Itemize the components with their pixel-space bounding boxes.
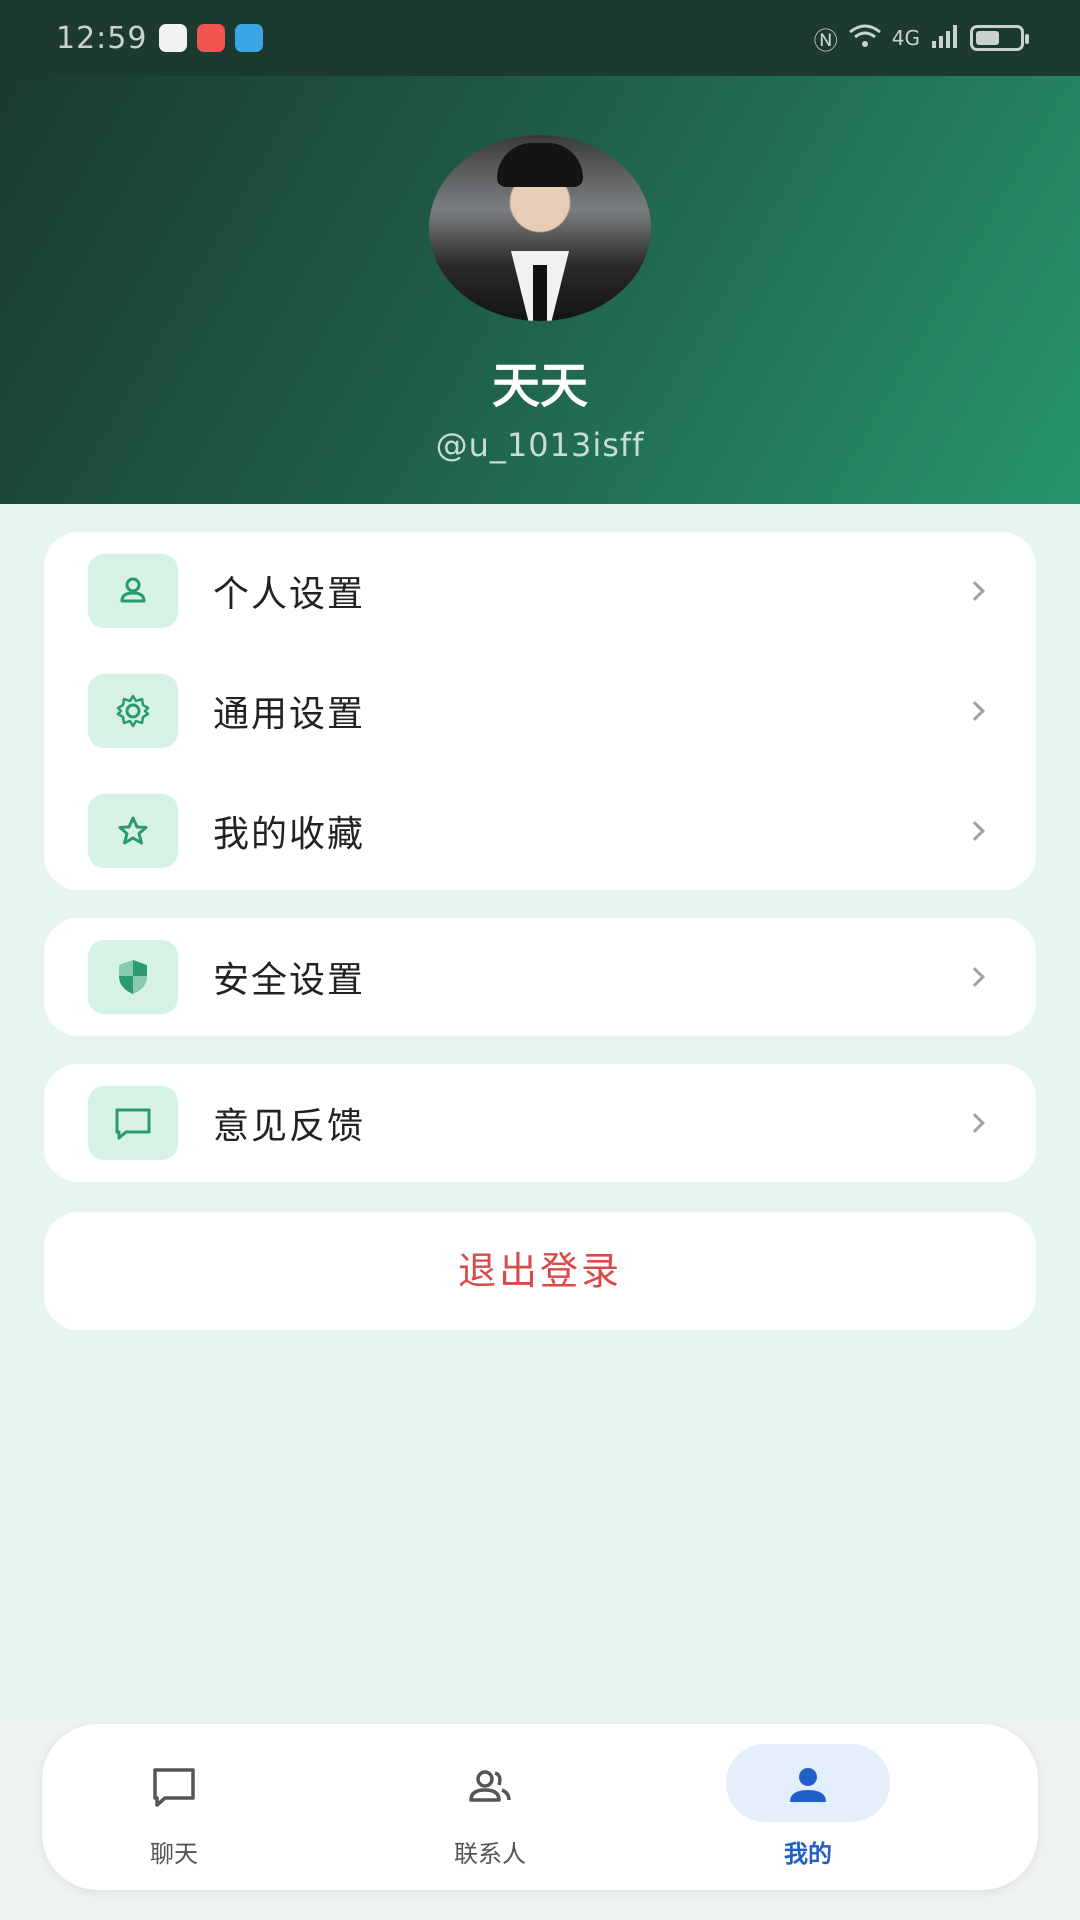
app-notification-icon bbox=[159, 24, 188, 52]
avatar[interactable] bbox=[429, 135, 651, 321]
star-icon bbox=[88, 794, 178, 868]
logout-label: 退出登录 bbox=[457, 1249, 622, 1293]
chevron-right-icon bbox=[965, 967, 985, 987]
battery-icon bbox=[970, 25, 1029, 51]
chat-icon bbox=[153, 1768, 195, 1807]
gear-icon bbox=[88, 674, 178, 748]
settings-card: 个人设置 通用设置 我的收藏 bbox=[44, 532, 1036, 890]
menu-item-label: 我的收藏 bbox=[213, 814, 366, 855]
nav-tab-label: 我的 bbox=[784, 1840, 832, 1868]
nav-tab-label: 聊天 bbox=[150, 1840, 198, 1868]
menu-item-security-settings[interactable]: 安全设置 bbox=[44, 918, 1036, 1036]
menu-item-general-settings[interactable]: 通用设置 bbox=[44, 652, 1036, 770]
feedback-icon bbox=[88, 1086, 178, 1160]
signal-icon bbox=[930, 23, 960, 54]
contacts-icon bbox=[469, 1770, 511, 1802]
feedback-card: 意见反馈 bbox=[44, 1064, 1036, 1182]
chevron-right-icon bbox=[965, 701, 985, 721]
profile-handle: @u_1013isff bbox=[435, 426, 645, 464]
chevron-right-icon bbox=[965, 821, 985, 841]
app-notification-icon bbox=[197, 24, 226, 52]
app-notification-icon bbox=[235, 24, 264, 52]
menu-item-favorites[interactable]: 我的收藏 bbox=[44, 772, 1036, 890]
nfc-icon: Ⓝ bbox=[813, 26, 838, 55]
menu-item-label: 安全设置 bbox=[213, 960, 366, 1001]
wifi-icon bbox=[848, 23, 882, 54]
menu-item-feedback[interactable]: 意见反馈 bbox=[44, 1064, 1036, 1182]
nav-tab-chat[interactable]: 聊天 bbox=[84, 1724, 264, 1890]
person-icon bbox=[88, 554, 178, 628]
menu-item-label: 意见反馈 bbox=[213, 1106, 366, 1147]
nav-tab-label: 联系人 bbox=[454, 1840, 526, 1868]
menu-item-label: 个人设置 bbox=[213, 574, 366, 615]
shield-icon bbox=[88, 940, 178, 1014]
chevron-right-icon bbox=[965, 581, 985, 601]
status-time: 12:59 bbox=[56, 20, 148, 56]
chevron-right-icon bbox=[965, 1113, 985, 1133]
status-indicators: Ⓝ 4G bbox=[813, 21, 1029, 56]
profile-icon bbox=[790, 1768, 826, 1802]
menu-item-personal-settings[interactable]: 个人设置 bbox=[44, 532, 1036, 650]
logout-button[interactable]: 退出登录 bbox=[44, 1212, 1036, 1330]
network-type-label: 4G bbox=[891, 26, 920, 50]
profile-header: 天天 @u_1013isff bbox=[0, 76, 1080, 504]
menu-item-label: 通用设置 bbox=[213, 694, 366, 735]
status-bar: 12:59 Ⓝ 4G bbox=[0, 0, 1080, 76]
profile-name: 天天 bbox=[491, 358, 588, 414]
security-card: 安全设置 bbox=[44, 918, 1036, 1036]
status-app-icons bbox=[159, 24, 264, 52]
nav-tab-contacts[interactable]: 联系人 bbox=[400, 1724, 580, 1890]
nav-tab-me[interactable]: 我的 bbox=[718, 1724, 898, 1890]
bottom-nav: 聊天 联系人 我的 bbox=[42, 1724, 1038, 1890]
